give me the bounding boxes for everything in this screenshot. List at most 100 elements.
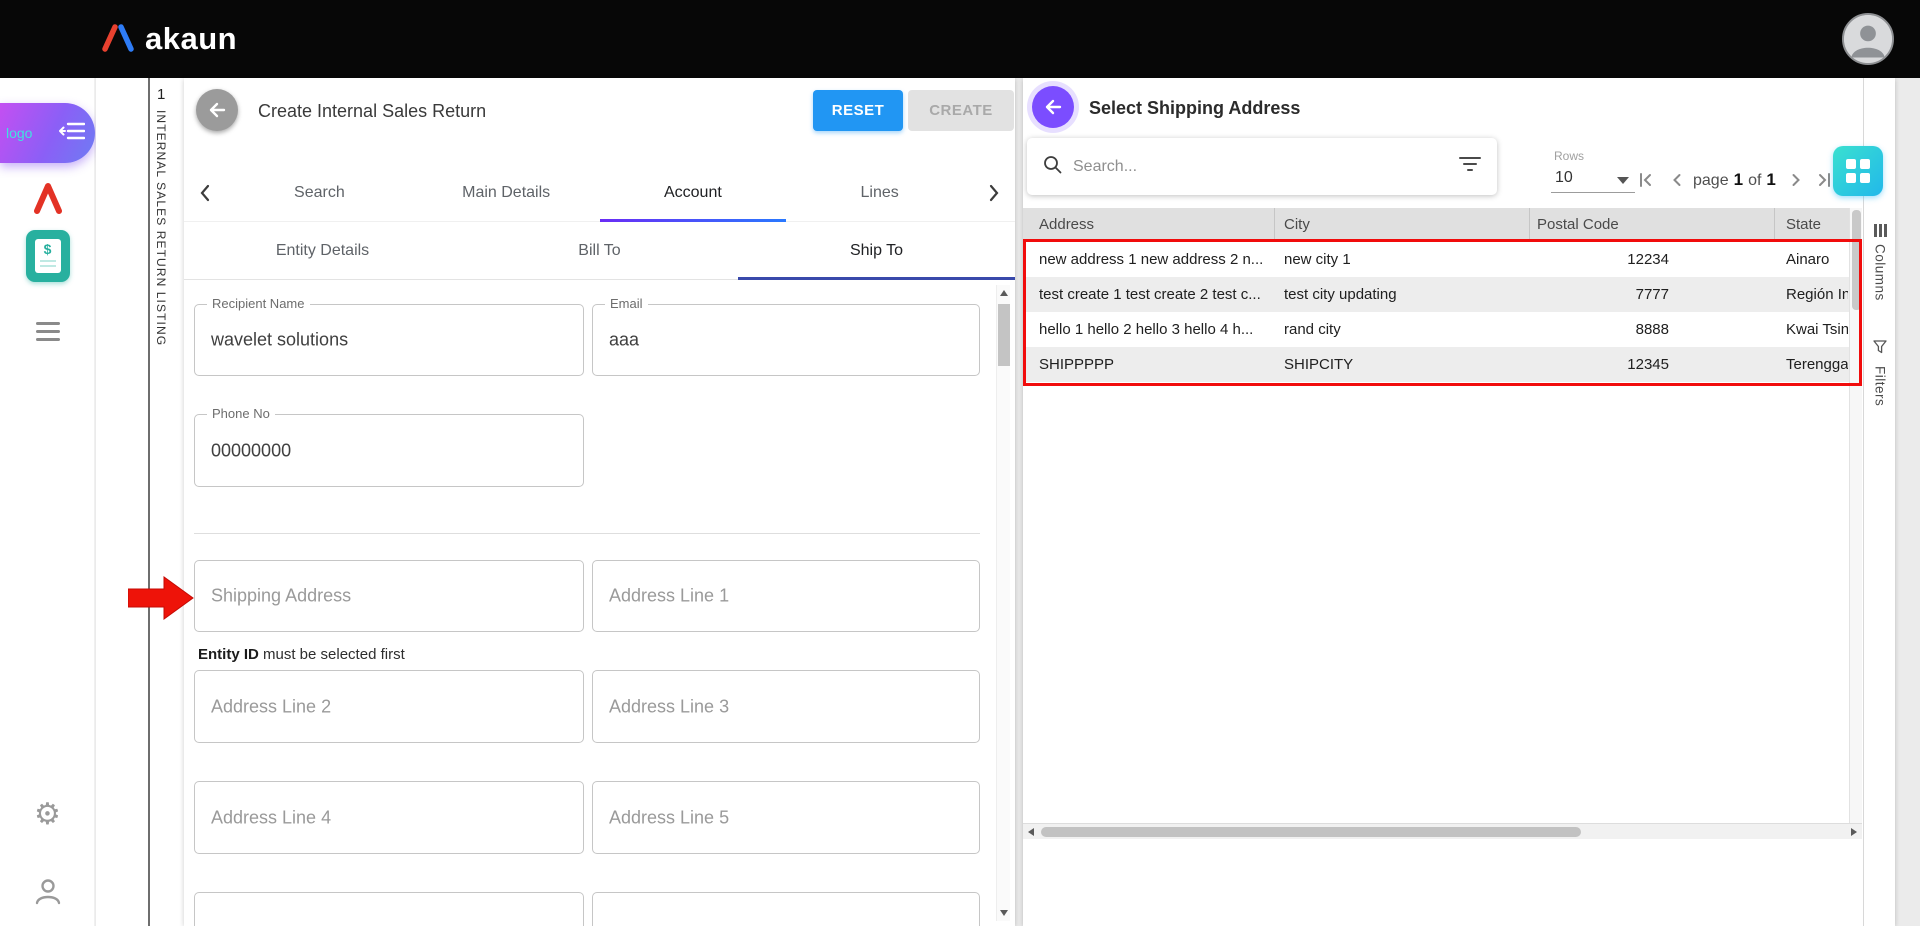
header-address[interactable]: Address — [1039, 208, 1094, 242]
scroll-up-arrow[interactable] — [997, 285, 1011, 301]
column-divider — [1774, 208, 1775, 242]
brand-triangle-icon — [100, 22, 136, 57]
address-line-2-field[interactable]: Address Line 2 — [194, 670, 584, 743]
field-value: wavelet solutions — [211, 330, 348, 351]
filters-toggle[interactable]: Filters — [1864, 340, 1895, 406]
sidebar-item-invoice[interactable]: $ — [0, 230, 95, 282]
list-icon — [36, 322, 60, 325]
table-row[interactable]: new address 1 new address 2 n... new cit… — [1023, 242, 1849, 277]
first-page-button[interactable] — [1635, 169, 1657, 191]
scroll-left-arrow[interactable] — [1023, 824, 1039, 840]
scrollbar-thumb[interactable] — [1852, 210, 1861, 310]
field-label: Phone No — [207, 406, 275, 421]
header-city[interactable]: City — [1284, 208, 1310, 242]
search-bar — [1027, 138, 1497, 195]
header-state[interactable]: State — [1786, 208, 1821, 242]
sidebar-item-profile[interactable] — [0, 876, 95, 906]
rows-per-page-select[interactable]: 10 — [1551, 167, 1635, 193]
address-line-5-field[interactable]: Address Line 5 — [592, 781, 980, 854]
reset-button[interactable]: RESET — [813, 90, 903, 131]
page-indicator: page 1 of 1 — [1693, 170, 1776, 190]
tab-lines[interactable]: Lines — [786, 164, 973, 221]
cell-state: Kwai Tsing — [1786, 312, 1848, 347]
filter-list-icon[interactable] — [1459, 156, 1481, 177]
vertical-tab-strip: 1 INTERNAL SALES RETURN LISTING — [96, 78, 184, 926]
table-row[interactable]: SHIPPPPP SHIPCITY 12345 Terengganu — [1023, 347, 1849, 382]
previous-page-button[interactable] — [1666, 169, 1688, 191]
of-word: of — [1748, 172, 1761, 190]
tabs-scroll-left[interactable] — [184, 164, 226, 221]
last-page-button[interactable] — [1813, 169, 1835, 191]
back-button[interactable] — [196, 89, 238, 131]
cell-city: SHIPCITY — [1284, 347, 1353, 382]
table-horizontal-scrollbar[interactable] — [1023, 823, 1862, 839]
sidebar-item-settings[interactable]: ⚙ — [0, 800, 95, 830]
sidebar-item-listing[interactable] — [0, 322, 95, 341]
address-field-partial[interactable] — [592, 892, 980, 926]
field-value: aaa — [609, 330, 639, 351]
create-button[interactable]: CREATE — [908, 90, 1014, 131]
close-picker-button[interactable] — [1032, 86, 1074, 128]
address-line-4-field[interactable]: Address Line 4 — [194, 781, 584, 854]
scrollbar-thumb[interactable] — [1041, 827, 1581, 837]
table-vertical-scrollbar[interactable] — [1849, 208, 1862, 823]
chevron-left-icon — [199, 184, 211, 202]
table-row[interactable]: hello 1 hello 2 hello 3 hello 4 h... ran… — [1023, 312, 1849, 347]
subtab-bill-to[interactable]: Bill To — [461, 222, 738, 279]
vertical-tab-label[interactable]: INTERNAL SALES RETURN LISTING — [154, 110, 168, 346]
field-placeholder: Shipping Address — [211, 586, 351, 607]
scroll-down-arrow[interactable] — [997, 905, 1011, 921]
address-field-partial[interactable] — [194, 892, 584, 926]
create-return-panel: Create Internal Sales Return RESET CREAT… — [184, 78, 1015, 926]
ship-to-form: Recipient Name wavelet solutions Email a… — [184, 280, 1015, 926]
subtab-entity-details[interactable]: Entity Details — [184, 222, 461, 279]
address-line-3-field[interactable]: Address Line 3 — [592, 670, 980, 743]
page-word: page — [1693, 172, 1729, 190]
sidebar-logo-pill[interactable]: logo — [0, 103, 95, 163]
vertical-tab-index: 1 — [157, 86, 165, 103]
table-row[interactable]: test create 1 test create 2 test c... te… — [1023, 277, 1849, 312]
form-scrollbar[interactable] — [996, 285, 1010, 921]
tab-search[interactable]: Search — [226, 164, 413, 221]
shipping-address-panel: Select Shipping Address Rows 10 — [1023, 78, 1895, 926]
next-page-button[interactable] — [1785, 169, 1807, 191]
grid-view-icon — [1846, 159, 1870, 183]
field-label: Recipient Name — [207, 296, 310, 311]
phone-field[interactable]: Phone No 00000000 — [194, 414, 584, 487]
rows-label: Rows — [1554, 149, 1584, 163]
funnel-icon — [1873, 340, 1887, 359]
user-avatar[interactable] — [1842, 13, 1894, 65]
account-subtabs: Entity Details Bill To Ship To — [184, 222, 1015, 280]
menu-open-icon[interactable] — [59, 122, 85, 145]
scrollbar-thumb[interactable] — [998, 304, 1010, 366]
cell-postal-code: 12234 — [1529, 242, 1669, 277]
field-placeholder: Address Line 2 — [211, 696, 331, 717]
scroll-right-arrow[interactable] — [1846, 824, 1862, 840]
search-input[interactable] — [1073, 158, 1459, 176]
table-header: Address City Postal Code State — [1023, 208, 1862, 242]
shipping-address-field[interactable]: Shipping Address — [194, 560, 584, 632]
subtab-ship-to[interactable]: Ship To — [738, 222, 1015, 279]
grid-view-button[interactable] — [1833, 146, 1883, 196]
columns-toggle[interactable]: Columns — [1864, 224, 1895, 301]
vertical-tab-indicator — [148, 78, 150, 926]
tab-main-details[interactable]: Main Details — [413, 164, 600, 221]
rows-per-page-value: 10 — [1555, 169, 1573, 187]
helper-bold: Entity ID — [198, 646, 259, 663]
search-icon — [1043, 155, 1062, 179]
header-postal-code[interactable]: Postal Code — [1537, 208, 1619, 242]
cell-postal-code: 8888 — [1529, 312, 1669, 347]
recipient-name-field[interactable]: Recipient Name wavelet solutions — [194, 304, 584, 376]
field-label: Email — [605, 296, 648, 311]
address-line-1-field[interactable]: Address Line 1 — [592, 560, 980, 632]
last-page-icon — [1815, 171, 1833, 189]
sidebar-item-red-app[interactable] — [0, 182, 95, 214]
chevron-left-icon — [1668, 171, 1686, 189]
person-icon — [33, 876, 63, 906]
email-field[interactable]: Email aaa — [592, 304, 980, 376]
chevron-right-icon — [1787, 171, 1805, 189]
tabs-scroll-right[interactable] — [973, 164, 1015, 221]
back-arrow-icon — [1042, 96, 1064, 118]
tab-account[interactable]: Account — [600, 164, 787, 221]
broken-logo-image: logo — [6, 125, 32, 141]
